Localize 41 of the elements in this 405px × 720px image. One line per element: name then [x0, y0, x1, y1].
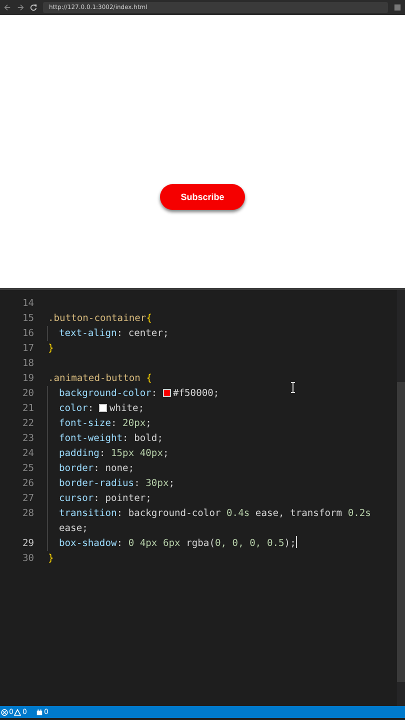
line-number: 14	[21, 297, 34, 311]
menu-icon[interactable]	[394, 4, 401, 11]
line-number: 17	[21, 342, 34, 356]
code-line: }	[48, 552, 55, 566]
line-number: 15	[21, 312, 34, 326]
code-line: cursor: pointer;	[47, 491, 374, 506]
code-line: border-radius: 30px;	[47, 476, 374, 491]
line-number: 21	[21, 402, 34, 416]
code-line: }	[48, 342, 55, 356]
code-line: font-weight: bold;	[47, 431, 374, 446]
scrollbar-thumb[interactable]	[397, 382, 405, 682]
line-number: 22	[21, 417, 34, 431]
line-number: 25	[21, 462, 34, 476]
subscribe-button[interactable]: Subscribe	[160, 184, 245, 210]
line-number: 26	[21, 477, 34, 491]
line-number: 24	[21, 447, 34, 461]
line-number: 30	[21, 552, 34, 566]
code-line: background-color: #f50000;	[47, 386, 374, 401]
code-line: color: white;	[47, 401, 374, 416]
line-number: 29	[21, 537, 34, 551]
line-number: 18	[21, 357, 34, 371]
line-number: 19	[21, 372, 34, 386]
code-line: transition: background-color 0.4s ease, transform 0.2s ease;	[47, 506, 374, 536]
reload-icon[interactable]	[30, 4, 37, 11]
code-line: .button-container{	[48, 312, 153, 326]
code-line: box-shadow: 0 4px 6px rgba(0, 0, 0, 0.5);	[47, 536, 374, 551]
code-line: font-size: 20px;	[47, 416, 374, 431]
line-number: 27	[21, 492, 34, 506]
code-line: padding: 15px 40px;	[47, 446, 374, 461]
back-icon[interactable]	[4, 4, 11, 11]
line-number: 28	[21, 507, 34, 521]
forward-icon[interactable]	[17, 4, 24, 11]
line-number: 20	[21, 387, 34, 401]
code-line: .animated-button {	[48, 372, 153, 386]
code-line: text-align: center;	[47, 326, 374, 341]
color-swatch[interactable]	[99, 404, 108, 412]
color-swatch[interactable]	[162, 389, 171, 397]
text-cursor-icon	[290, 382, 296, 393]
code-line: border: none;	[47, 461, 374, 476]
line-number: 16	[21, 327, 34, 341]
line-number: 23	[21, 432, 34, 446]
